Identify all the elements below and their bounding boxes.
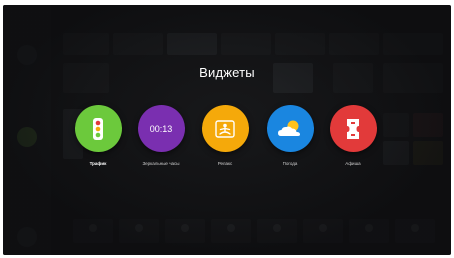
widget-mirror-clock[interactable]: 00:13 Зеркальные часы <box>129 105 193 166</box>
widget-relax[interactable]: Релакс <box>193 105 257 166</box>
clock-value: 00:13 <box>149 123 173 134</box>
overlay-title: Виджеты <box>199 65 255 80</box>
weather-cloud-sun-icon <box>278 120 300 136</box>
widget-relax-circle[interactable] <box>201 105 249 152</box>
widget-traffic-label: Трафик <box>89 161 107 166</box>
widget-afisha-label: Афиша <box>345 161 361 166</box>
widget-mirror-clock-circle[interactable]: 00:13 <box>137 105 185 152</box>
widget-weather-label: Погода <box>282 161 298 166</box>
widget-weather[interactable]: Погода <box>258 105 322 166</box>
tv-screen: Виджеты Трафик 00:13 Зеркальные часы Рел… <box>3 5 451 255</box>
widget-traffic[interactable]: Трафик <box>66 105 130 166</box>
widget-mirror-clock-label: Зеркальные часы <box>142 161 180 166</box>
widget-afisha-circle[interactable] <box>329 105 377 152</box>
widget-traffic-circle[interactable] <box>74 105 122 152</box>
widget-afisha[interactable]: Афиша <box>321 105 385 166</box>
widget-weather-circle[interactable] <box>266 105 314 152</box>
ticket-icon <box>347 118 359 139</box>
meditation-icon <box>215 119 235 138</box>
traffic-light-icon <box>93 117 103 140</box>
widget-relax-label: Релакс <box>217 161 233 166</box>
